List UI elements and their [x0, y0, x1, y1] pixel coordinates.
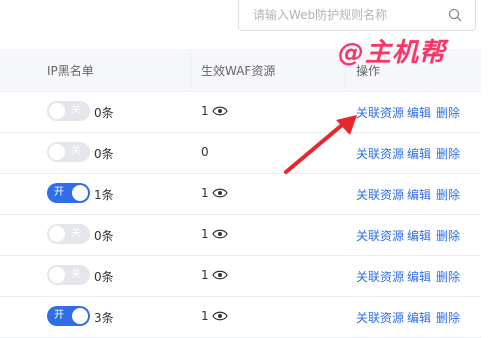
- link-associate-resource[interactable]: 关联资源: [356, 104, 404, 121]
- toggle-knob: [72, 185, 88, 201]
- toggle-knob: [49, 144, 65, 160]
- waf-resource-count: 1: [201, 227, 209, 241]
- table-row: 关 0条 1 关联资源 编辑 删除: [0, 91, 481, 133]
- search-input[interactable]: 请输入Web防护规则名称: [238, 0, 476, 31]
- table-row: 关 0条 1 关联资源 编辑 删除: [0, 255, 481, 297]
- blacklist-toggle[interactable]: 开: [47, 306, 90, 326]
- link-associate-resource[interactable]: 关联资源: [356, 309, 404, 326]
- toggle-knob: [49, 226, 65, 242]
- waf-resource-count: 1: [201, 268, 209, 282]
- link-delete[interactable]: 删除: [436, 104, 460, 121]
- toggle-label: 关: [71, 228, 81, 239]
- waf-resource-count: 0: [201, 145, 209, 159]
- search-placeholder: 请输入Web防护规则名称: [253, 8, 388, 22]
- table-row: 开 3条 1 关联资源 编辑 删除: [0, 296, 481, 338]
- link-delete[interactable]: 删除: [436, 309, 460, 326]
- blacklist-toggle[interactable]: 开: [47, 183, 90, 203]
- waf-resource-count: 1: [201, 104, 209, 118]
- toggle-knob: [49, 267, 65, 283]
- blacklist-toggle[interactable]: 关: [47, 142, 90, 162]
- link-delete[interactable]: 删除: [436, 145, 460, 162]
- toggle-label: 关: [71, 105, 81, 116]
- watermark-logo: @主机帮: [338, 38, 447, 68]
- eye-icon[interactable]: [212, 269, 228, 281]
- search-icon[interactable]: [447, 7, 463, 23]
- column-divider: [190, 49, 191, 91]
- toggle-knob: [72, 308, 88, 324]
- link-associate-resource[interactable]: 关联资源: [356, 268, 404, 285]
- waf-resource-count: 1: [201, 309, 209, 323]
- toggle-label: 关: [71, 269, 81, 280]
- blacklist-count: 3条: [94, 311, 114, 325]
- link-associate-resource[interactable]: 关联资源: [356, 186, 404, 203]
- link-edit[interactable]: 编辑: [407, 186, 431, 203]
- link-edit[interactable]: 编辑: [407, 268, 431, 285]
- toggle-label: 开: [54, 310, 64, 321]
- link-edit[interactable]: 编辑: [407, 309, 431, 326]
- blacklist-count: 0条: [94, 106, 114, 120]
- link-edit[interactable]: 编辑: [407, 104, 431, 121]
- scrollbar-track[interactable]: [485, 0, 499, 328]
- eye-icon[interactable]: [212, 187, 228, 199]
- link-delete[interactable]: 删除: [436, 227, 460, 244]
- waf-resource-count: 1: [201, 186, 209, 200]
- blacklist-count: 0条: [94, 270, 114, 284]
- eye-icon[interactable]: [212, 310, 228, 322]
- blacklist-count: 0条: [94, 229, 114, 243]
- table-row: 关 0条 1 关联资源 编辑 删除: [0, 214, 481, 256]
- link-delete[interactable]: 删除: [436, 268, 460, 285]
- link-associate-resource[interactable]: 关联资源: [356, 227, 404, 244]
- blacklist-toggle[interactable]: 关: [47, 101, 90, 121]
- table-row: 关 0条 0 关联资源 编辑 删除: [0, 132, 481, 174]
- link-delete[interactable]: 删除: [436, 186, 460, 203]
- toggle-label: 开: [54, 187, 64, 198]
- column-header-waf: 生效WAF资源: [201, 64, 276, 78]
- toggle-knob: [49, 103, 65, 119]
- blacklist-count: 1条: [94, 188, 114, 202]
- table-row: 开 1条 1 关联资源 编辑 删除: [0, 173, 481, 215]
- blacklist-count: 0条: [94, 147, 114, 161]
- column-header-blacklist: IP黑名单: [47, 64, 94, 78]
- toggle-label: 关: [71, 146, 81, 157]
- eye-icon[interactable]: [212, 228, 228, 240]
- link-edit[interactable]: 编辑: [407, 145, 431, 162]
- link-associate-resource[interactable]: 关联资源: [356, 145, 404, 162]
- link-edit[interactable]: 编辑: [407, 227, 431, 244]
- eye-icon[interactable]: [212, 105, 228, 117]
- blacklist-toggle[interactable]: 关: [47, 224, 90, 244]
- blacklist-toggle[interactable]: 关: [47, 265, 90, 285]
